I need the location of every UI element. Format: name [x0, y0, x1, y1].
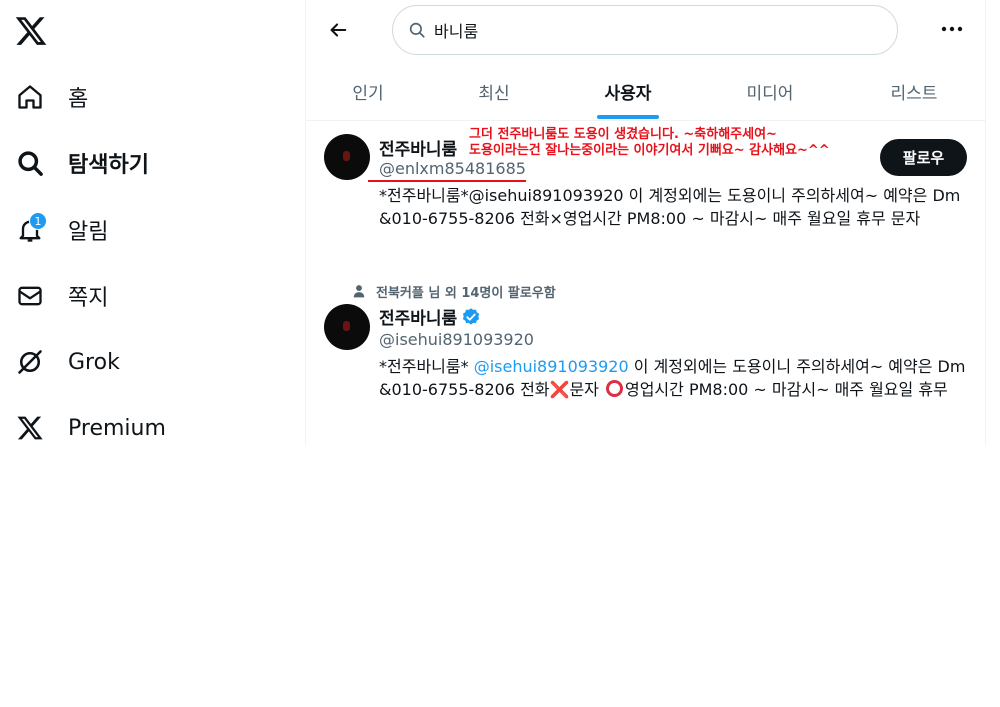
user-handle[interactable]: @enlxm85481685: [379, 159, 526, 178]
bio-text: *전주바니룸*: [379, 357, 474, 376]
search-icon: [14, 147, 46, 179]
person-icon: [353, 285, 365, 298]
sidebar-item-premium[interactable]: Premium: [14, 406, 166, 450]
grok-icon: [14, 346, 46, 378]
tab-latest[interactable]: 최신: [448, 62, 540, 120]
search-tabs: 인기 최신 사용자 미디어 리스트: [306, 62, 985, 120]
follow-button[interactable]: 팔로우: [880, 139, 967, 176]
avatar[interactable]: [324, 134, 370, 180]
envelope-icon: [14, 280, 46, 312]
user-name-text: 전주바니룸: [379, 309, 458, 329]
x-logo-icon[interactable]: [14, 14, 48, 48]
tab-top[interactable]: 인기: [322, 62, 414, 120]
user-name[interactable]: 전주바니룸: [379, 135, 457, 160]
red-circle-icon: [605, 380, 623, 397]
annotation-line: 도용이라는건 잘나는중이라는 이야기여서 기뻐요~ 감사해요~^^: [469, 143, 830, 158]
sidebar-item-label: Premium: [68, 415, 166, 441]
search-input[interactable]: [434, 20, 874, 40]
bell-icon: 1: [14, 212, 47, 246]
tab-media[interactable]: 미디어: [724, 62, 816, 120]
sidebar-item-label: 쪽지: [68, 286, 109, 311]
bio-text: 영업시간 PM8:00 ~ 마감시~ 매주 월요일 휴무: [624, 380, 948, 399]
user-handle[interactable]: @isehui891093920: [379, 330, 534, 349]
sidebar-item-messages[interactable]: 쪽지: [14, 274, 108, 318]
sidebar-item-label: Grok: [68, 349, 120, 375]
search-bar[interactable]: [392, 5, 898, 55]
sidebar-item-explore[interactable]: 탐색하기: [14, 141, 149, 185]
tab-lists[interactable]: 리스트: [868, 62, 960, 120]
more-icon: [941, 26, 963, 32]
annotation-line: 그더 전주바니룸도 도용이 생겼습니다. ~축하해주세여~: [469, 127, 777, 142]
x-logo-icon: [14, 412, 46, 444]
sidebar-item-label: 탐색하기: [68, 153, 149, 178]
social-context: 전북커플 님 외 14명이 팔로우함: [352, 281, 556, 301]
home-icon: [14, 81, 46, 113]
active-tab-indicator: [597, 115, 659, 119]
column-divider: [985, 0, 986, 445]
sidebar-item-label: 알림: [68, 220, 109, 245]
sidebar-item-notifications[interactable]: 1 알림: [14, 208, 108, 252]
sidebar-item-label: 홈: [68, 87, 89, 112]
back-button[interactable]: [320, 12, 356, 48]
user-name[interactable]: 전주바니룸: [379, 304, 481, 329]
bio-text: 문자: [569, 380, 604, 399]
red-underline-mark: [368, 180, 526, 182]
bio-mention-link[interactable]: @isehui891093920: [474, 357, 629, 376]
search-results-column: 인기 최신 사용자 미디어 리스트 전주바니룸 그더 전주바니룸도 도용이 생겼…: [306, 0, 985, 445]
cross-mark-icon: ❌: [549, 380, 570, 399]
avatar[interactable]: [324, 304, 370, 350]
tabs-divider: [306, 120, 985, 121]
tab-people[interactable]: 사용자: [582, 62, 674, 120]
sidebar-item-home[interactable]: 홈: [14, 75, 88, 119]
social-context-text: 전북커플 님 외 14명이 팔로우함: [376, 285, 556, 301]
notification-badge: 1: [29, 212, 47, 230]
red-annotation: 그더 전주바니룸도 도용이 생겼습니다. ~축하해주세여~ 도용이라는건 잘나는…: [469, 127, 830, 159]
more-options-button[interactable]: [934, 14, 970, 44]
verified-badge-icon: [463, 308, 480, 325]
sidebar-item-grok[interactable]: Grok: [14, 340, 120, 384]
search-icon: [408, 20, 428, 40]
left-sidebar: 홈 탐색하기 1 알림 쪽지 Grok Premium: [0, 0, 305, 445]
user-bio: *전주바니룸* @isehui891093920 이 계정외에는 도용이니 주의…: [379, 355, 971, 401]
user-bio: *전주바니룸*@isehui891093920 이 계정외에는 도용이니 주의하…: [379, 186, 961, 228]
back-arrow-icon: [330, 23, 347, 37]
